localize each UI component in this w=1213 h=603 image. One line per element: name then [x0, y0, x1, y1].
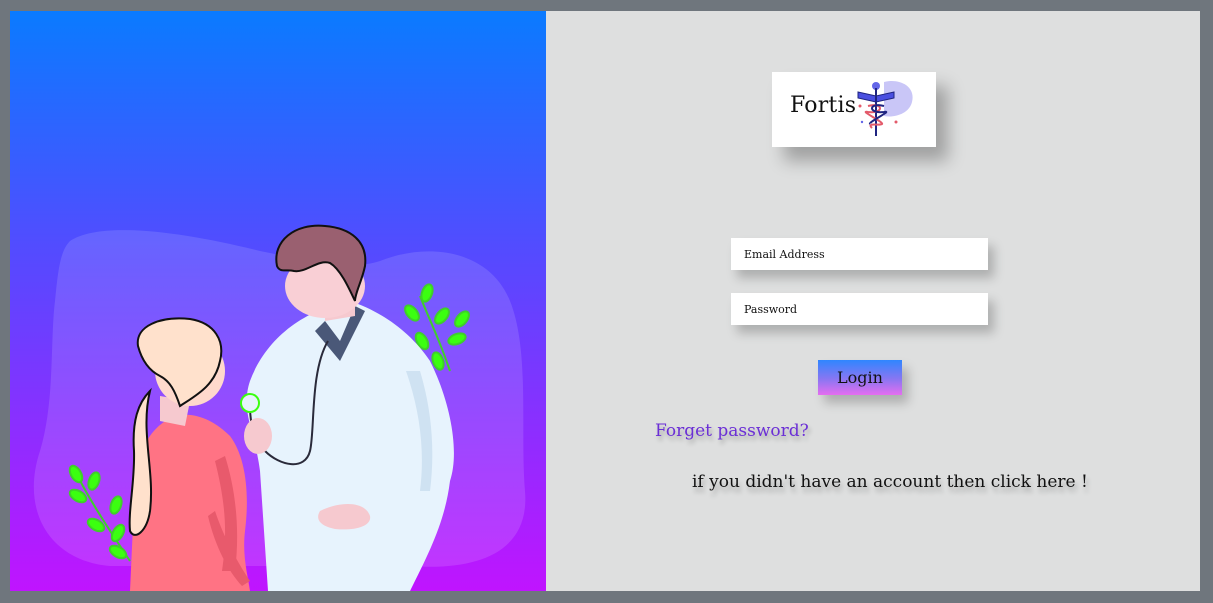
illustration-panel [10, 11, 546, 591]
caduceus-icon [854, 78, 918, 144]
forget-password-link[interactable]: Forget password? [655, 421, 809, 441]
password-field[interactable] [731, 293, 988, 325]
brand-name: Fortis [790, 93, 857, 118]
email-input[interactable] [731, 238, 988, 270]
doctor-patient-illustration [33, 224, 526, 591]
login-panel: Fortis Login Forge [546, 11, 1200, 591]
page-frame: Fortis Login Forge [10, 11, 1200, 591]
login-button[interactable]: Login [818, 360, 902, 395]
brand-logo-card: Fortis [772, 72, 936, 147]
signup-link[interactable]: if you didn't have an account then click… [692, 472, 1088, 492]
password-input[interactable] [731, 293, 988, 325]
email-field[interactable] [731, 238, 988, 270]
